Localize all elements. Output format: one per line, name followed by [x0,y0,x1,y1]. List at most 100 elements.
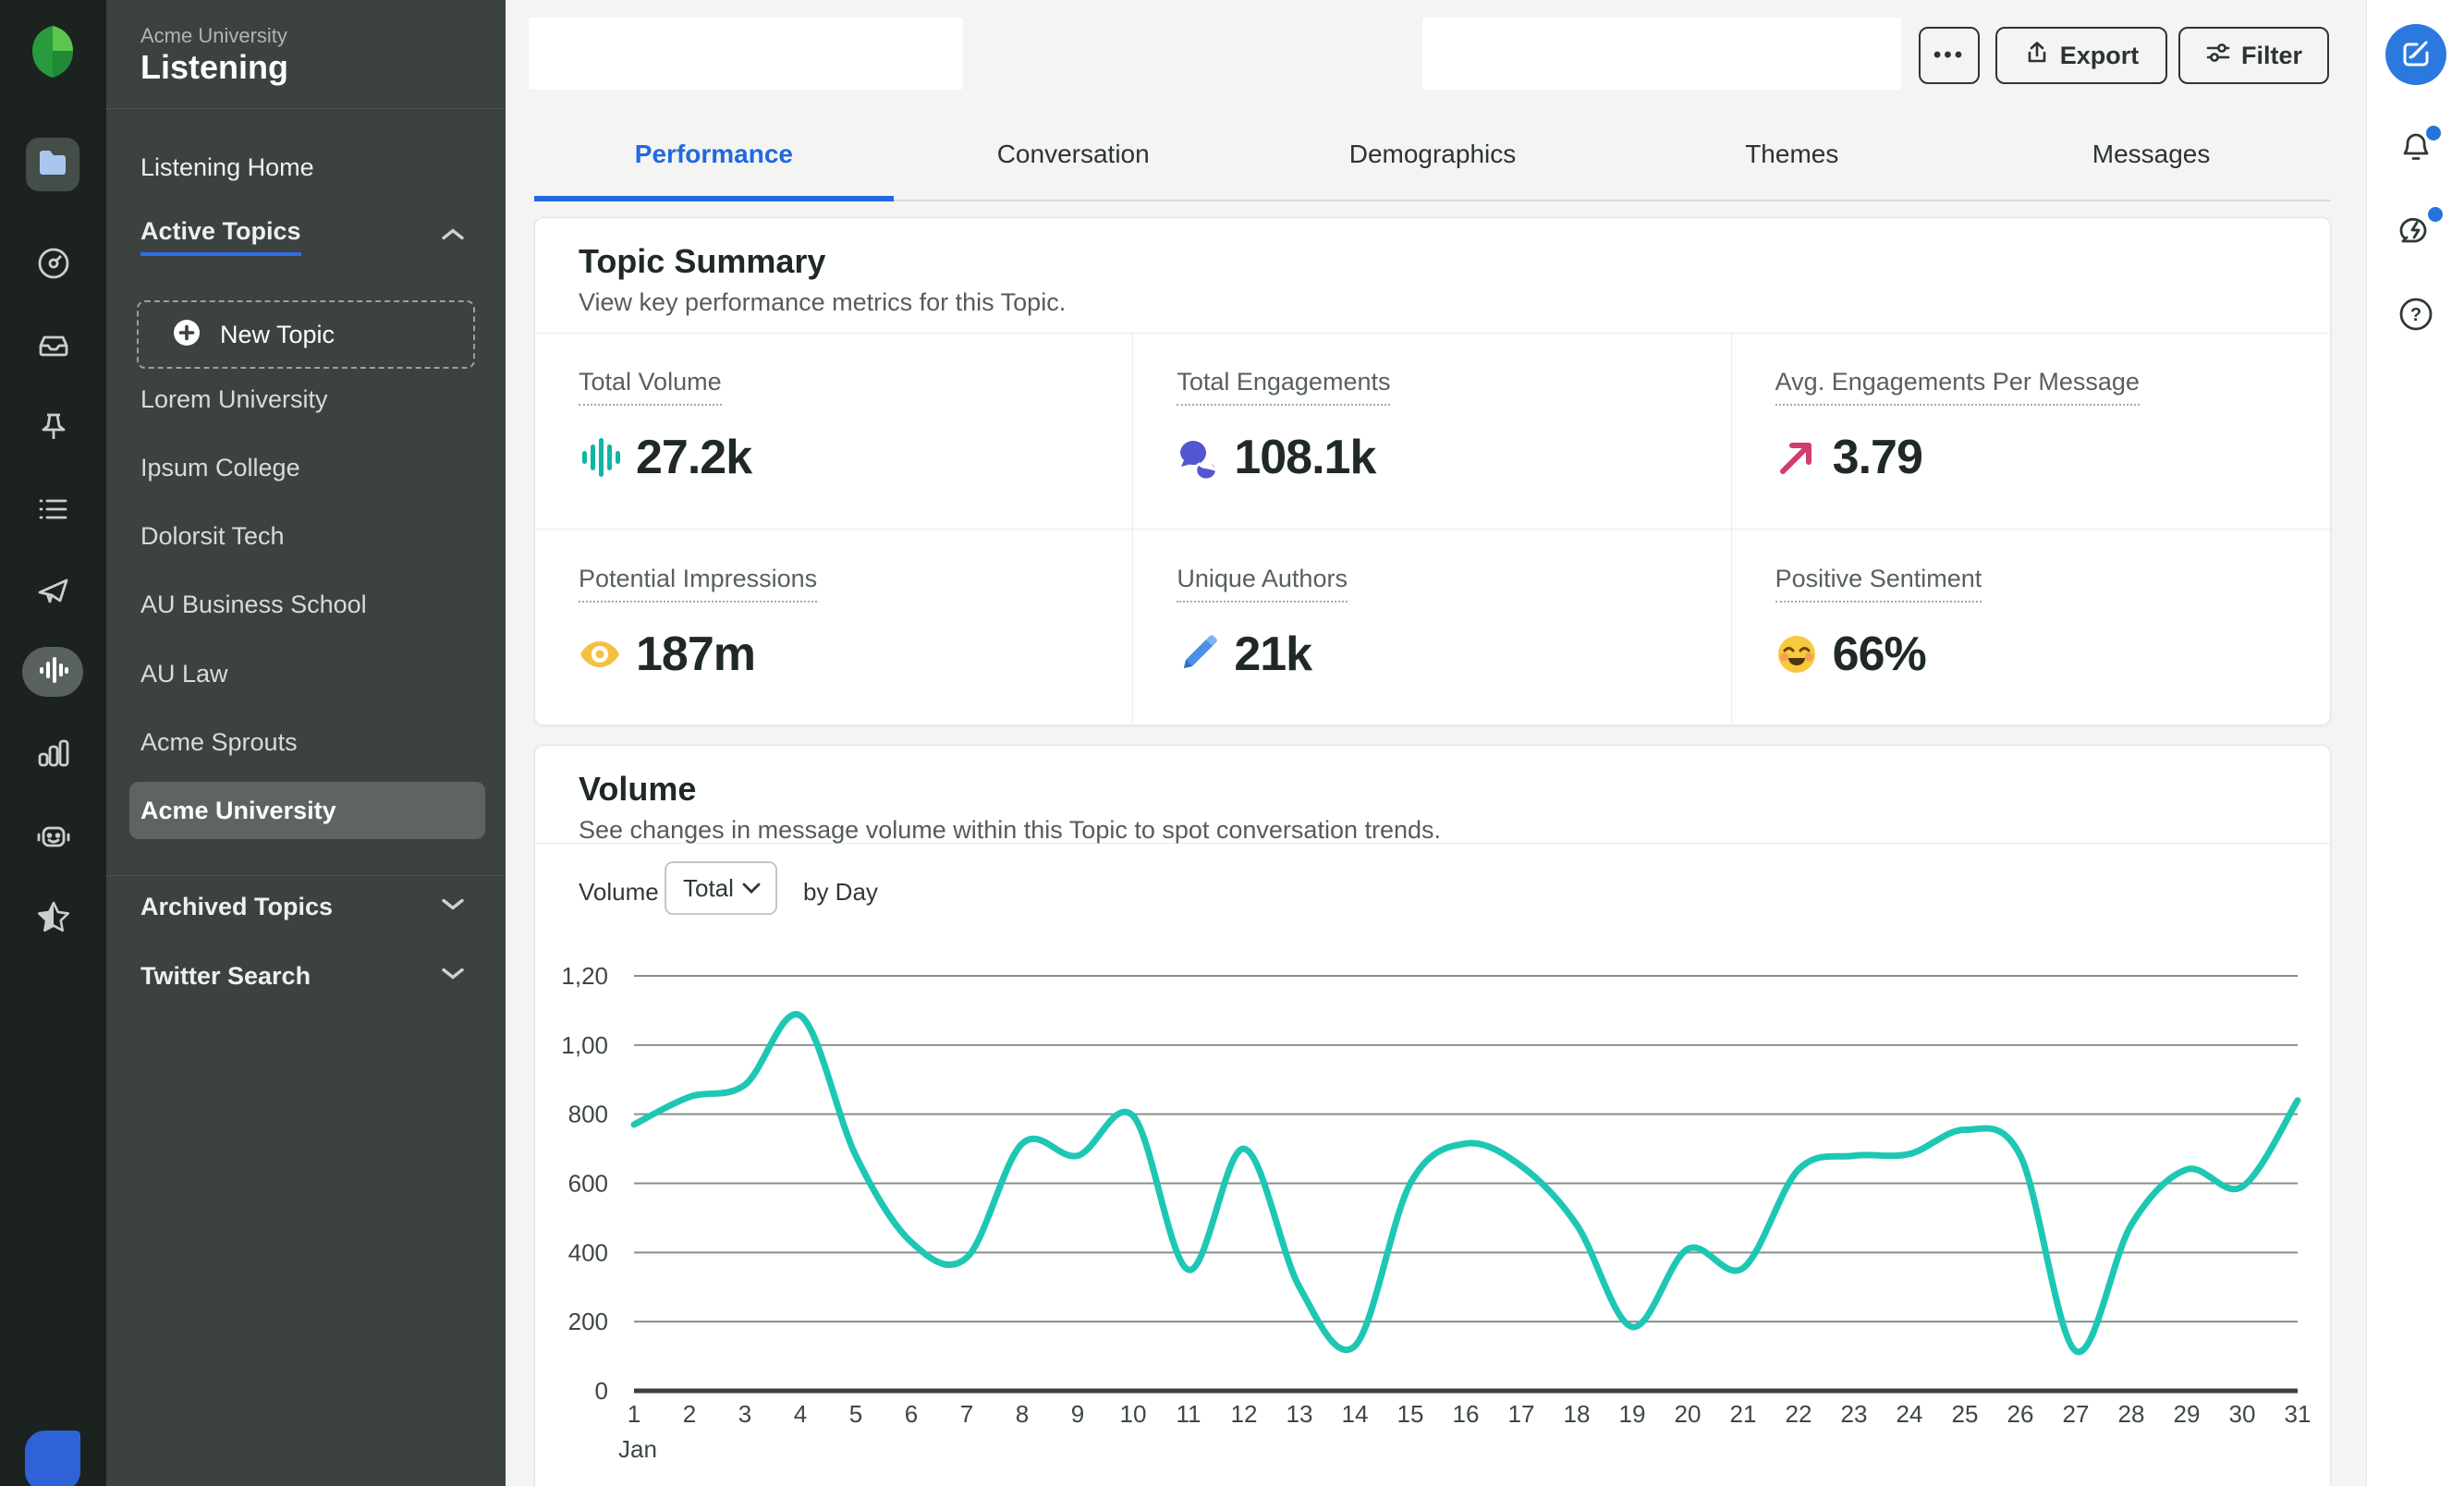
more-options-label: ••• [1933,43,1965,68]
folders-nav[interactable] [26,138,79,191]
sidebar-section-archived-topics[interactable]: Archived Topics [106,878,506,935]
metric-value: 27.2k [636,430,751,485]
more-options-button[interactable]: ••• [1919,27,1980,84]
dashboard-nav[interactable] [34,244,73,283]
metric-grid: Total Volume 27.2k Total Engagements [535,333,2330,725]
topic-label: Lorem University [140,385,328,414]
tab-conversation[interactable]: Conversation [894,109,1253,200]
svg-text:21: 21 [1730,1400,1757,1428]
volume-title: Volume [579,770,696,809]
export-label: Export [2060,42,2140,70]
tab-performance[interactable]: Performance [534,109,894,200]
tab-demographics[interactable]: Demographics [1253,109,1613,200]
tab-label: Messages [2092,140,2211,169]
folder-icon [35,145,70,185]
svg-text:4: 4 [794,1400,807,1428]
metric-value: 187m [636,627,755,682]
svg-text:25: 25 [1952,1400,1979,1428]
topic-summary-header: Topic Summary View key performance metri… [535,218,2330,334]
svg-text:3: 3 [738,1400,751,1428]
metric-label: Unique Authors [1177,565,1348,603]
topic-summary-title: Topic Summary [579,242,825,281]
topic-item[interactable]: AU Law [129,645,485,702]
date-range-placeholder [1422,18,1901,90]
svg-text:600: 600 [568,1170,608,1198]
inbox-nav[interactable] [34,325,73,364]
topic-item[interactable]: Dolorsit Tech [129,507,485,565]
sidebar-section-active-topics[interactable]: Active Topics [106,208,506,265]
publishing-nav[interactable] [34,571,73,610]
sidebar-section-twitter-search[interactable]: Twitter Search [106,947,506,1005]
paper-plane-icon [35,572,72,609]
sprout-logo[interactable] [30,24,75,79]
svg-text:10: 10 [1120,1400,1147,1428]
bar-chart-icon [35,736,72,773]
tab-themes[interactable]: Themes [1612,109,1971,200]
plus-circle-icon [172,318,201,352]
topic-title-placeholder [529,18,963,90]
topic-item-selected[interactable]: Acme University [129,782,485,839]
topic-item[interactable]: Acme Sprouts [129,713,485,771]
export-icon [2024,40,2050,72]
favorites-nav[interactable] [34,898,73,937]
metric-label: Total Volume [579,368,722,406]
utility-rail: ? [2366,0,2464,1486]
listening-nav-active[interactable] [22,647,83,697]
smiley-icon [1775,633,1818,676]
active-topics-label: Active Topics [140,217,301,256]
main-content: ••• Export Filter Performance Conversati… [506,0,2366,1486]
listening-home-label: Listening Home [140,153,314,182]
svg-text:2: 2 [683,1400,696,1428]
reports-nav[interactable] [34,735,73,773]
chevron-up-icon [439,226,467,248]
bot-nav[interactable] [34,817,73,856]
sidebar-header: Acme University Listening [106,0,506,109]
volume-metric-dropdown[interactable]: Total [665,861,777,915]
metric-total-volume: Total Volume 27.2k [535,333,1133,530]
svg-text:22: 22 [1786,1400,1812,1428]
topic-item[interactable]: AU Business School [129,576,485,633]
topic-item[interactable]: Lorem University [129,371,485,428]
pinned-nav[interactable] [34,408,73,446]
svg-text:18: 18 [1564,1400,1591,1428]
compose-button[interactable] [2385,24,2446,85]
metric-value: 3.79 [1833,430,1922,485]
metric-unique-authors: Unique Authors 21k [1133,530,1731,726]
archived-topics-label: Archived Topics [140,893,333,921]
filter-sliders-icon [2205,40,2231,72]
svg-text:400: 400 [568,1238,608,1266]
svg-text:14: 14 [1342,1400,1369,1428]
svg-text:?: ? [2410,305,2421,325]
user-avatar-leaf[interactable] [25,1431,80,1486]
org-name: Acme University [140,24,287,48]
svg-text:16: 16 [1453,1400,1480,1428]
filter-button[interactable]: Filter [2178,27,2329,84]
metric-value: 66% [1833,627,1926,682]
volume-control-label: Volume [579,878,659,907]
svg-text:11: 11 [1177,1400,1202,1428]
new-topic-button[interactable]: New Topic [137,300,475,369]
svg-text:31: 31 [2285,1400,2312,1428]
svg-text:27: 27 [2063,1400,2090,1428]
svg-text:28: 28 [2118,1400,2145,1428]
sidebar-divider [106,875,506,876]
tab-messages[interactable]: Messages [1971,109,2331,200]
topic-item[interactable]: Ipsum College [129,439,485,496]
help-button[interactable]: ? [2397,298,2434,335]
list-icon [35,491,72,528]
volume-by-day-label: by Day [803,878,878,907]
svg-text:13: 13 [1287,1400,1313,1428]
volume-card: Volume See changes in message volume wit… [534,745,2331,1486]
eye-icon [579,633,621,676]
pencil-icon [1177,633,1219,676]
lists-nav[interactable] [34,490,73,529]
export-button[interactable]: Export [1995,27,2167,84]
metric-avg-engagements-per-message: Avg. Engagements Per Message 3.79 [1732,333,2330,530]
volume-controls: Volume Total by Day [535,843,2330,944]
star-icon [35,899,72,936]
svg-text:7: 7 [960,1400,973,1428]
svg-text:20: 20 [1675,1400,1702,1428]
sidebar-item-listening-home[interactable]: Listening Home [106,139,506,196]
svg-text:Jan: Jan [618,1435,657,1463]
metric-value: 21k [1234,627,1311,682]
